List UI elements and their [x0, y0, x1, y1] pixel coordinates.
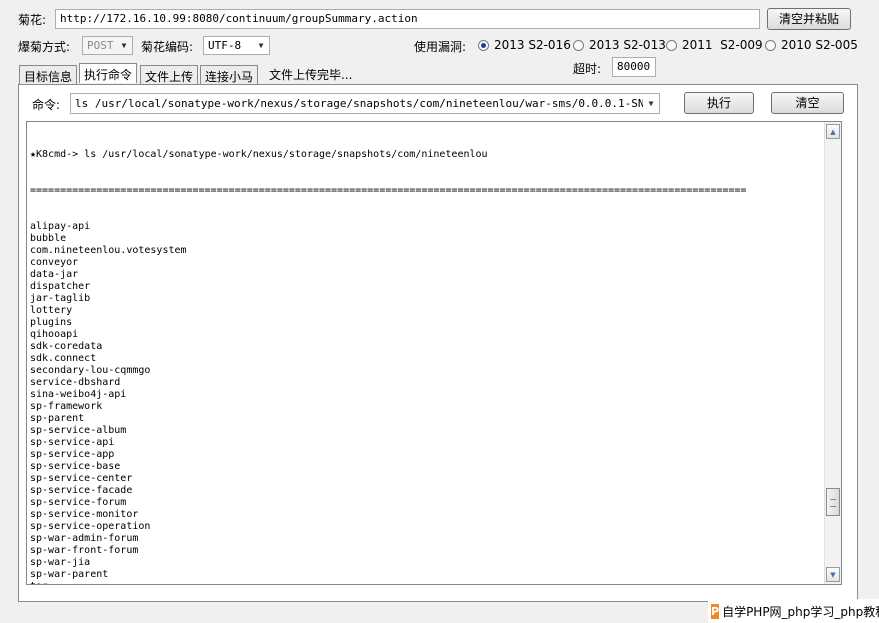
watermark: P 自学PHP网_php学习_php教程	[708, 599, 879, 623]
output-line: tag	[30, 581, 820, 584]
output-text: ★K8cmd-> ls /usr/local/sonatype-work/nex…	[30, 125, 820, 584]
command-label: 命令:	[32, 98, 61, 112]
exploit-option-label: 2011 S2-009	[682, 38, 763, 52]
output-line: sp-service-operation	[30, 521, 151, 532]
command-value: ls /usr/local/sonatype-work/nexus/storag…	[75, 97, 660, 110]
exploit-label: 使用漏洞:	[414, 40, 467, 54]
tab-execute-command[interactable]: 执行命令	[79, 63, 138, 83]
output-line: bubble	[30, 233, 67, 244]
radio-icon[interactable]	[573, 40, 584, 51]
output-line: secondary-lou-cqmmgo	[30, 365, 151, 376]
scroll-down-icon[interactable]: ▼	[826, 567, 840, 582]
method-select[interactable]: POST ▼	[82, 36, 133, 55]
method-label: 爆菊方式:	[18, 40, 71, 54]
execute-button[interactable]: 执行	[684, 92, 754, 114]
encoding-value: UTF-8	[208, 39, 242, 52]
output-line: sp-war-parent	[30, 569, 109, 580]
output-line: sp-war-front-forum	[30, 545, 139, 556]
output-line: sp-service-album	[30, 425, 127, 436]
output-line: sp-framework	[30, 401, 103, 412]
scroll-up-icon[interactable]: ▲	[826, 124, 840, 139]
exploit-option-label: 2010 S2-005	[781, 38, 858, 52]
timeout-label: 超时:	[573, 62, 602, 76]
tab-file-upload[interactable]: 文件上传	[140, 65, 199, 84]
chevron-down-icon: ▼	[121, 41, 127, 50]
output-line: lottery	[30, 305, 73, 316]
chevron-down-icon: ▼	[643, 94, 659, 113]
window-edge	[864, 0, 879, 623]
output-line: jar-taglib	[30, 293, 91, 304]
clear-button[interactable]: 清空	[771, 92, 844, 114]
scrollbar-thumb[interactable]	[826, 488, 840, 516]
output-line: alipay-api	[30, 221, 91, 232]
output-line: data-jar	[30, 269, 79, 280]
output-line: sp-parent	[30, 413, 85, 424]
output-scrollbar[interactable]: ▲ ▼	[824, 122, 841, 584]
output-line: conveyor	[30, 257, 79, 268]
status-text: 文件上传完毕...	[269, 68, 353, 82]
output-line: sdk.connect	[30, 353, 97, 364]
output-separator: ========================================…	[30, 185, 747, 196]
output-line: sp-service-forum	[30, 497, 127, 508]
output-line: sina-weibo4j-api	[30, 389, 127, 400]
output-line: sp-service-center	[30, 473, 133, 484]
clear-paste-button[interactable]: 清空并粘贴	[767, 8, 851, 30]
output-line: sp-service-monitor	[30, 509, 139, 520]
tab-connect-shell[interactable]: 连接小马	[200, 65, 259, 84]
exploit-option-label: 2013 S2-013	[589, 38, 666, 52]
url-label: 菊花:	[18, 13, 47, 27]
output-line: qihooapi	[30, 329, 79, 340]
output-header: ★K8cmd-> ls /usr/local/sonatype-work/nex…	[30, 149, 488, 160]
output-line: sp-war-jia	[30, 557, 91, 568]
encoding-select[interactable]: UTF-8 ▼	[203, 36, 270, 55]
output-line: sp-service-api	[30, 437, 115, 448]
watermark-logo: P	[711, 603, 720, 619]
output-line: sdk-coredata	[30, 341, 103, 352]
output-line: sp-service-app	[30, 449, 115, 460]
output-line: sp-service-base	[30, 461, 121, 472]
output-line: plugins	[30, 317, 73, 328]
command-output[interactable]: ★K8cmd-> ls /usr/local/sonatype-work/nex…	[26, 121, 842, 585]
output-line: sp-war-admin-forum	[30, 533, 139, 544]
output-line: service-dbshard	[30, 377, 121, 388]
exploit-option-label: 2013 S2-016	[494, 38, 571, 52]
chevron-down-icon: ▼	[258, 41, 264, 50]
timeout-input[interactable]: 80000	[612, 57, 656, 77]
watermark-text: 自学PHP网_php学习_php教程	[722, 604, 879, 619]
method-value: POST	[87, 39, 114, 52]
url-input[interactable]: http://172.16.10.99:8080/continuum/group…	[55, 9, 760, 29]
output-line: dispatcher	[30, 281, 91, 292]
radio-icon[interactable]	[666, 40, 677, 51]
output-line: com.nineteenlou.votesystem	[30, 245, 187, 256]
tab-target-info[interactable]: 目标信息	[19, 65, 78, 84]
output-line: sp-service-facade	[30, 485, 133, 496]
timeout-value: 80000	[617, 60, 651, 73]
command-input[interactable]: ls /usr/local/sonatype-work/nexus/storag…	[70, 93, 660, 114]
radio-icon[interactable]	[765, 40, 776, 51]
url-value: http://172.16.10.99:8080/continuum/group…	[60, 12, 418, 25]
radio-icon[interactable]	[478, 40, 489, 51]
encoding-label: 菊花编码:	[141, 40, 194, 54]
